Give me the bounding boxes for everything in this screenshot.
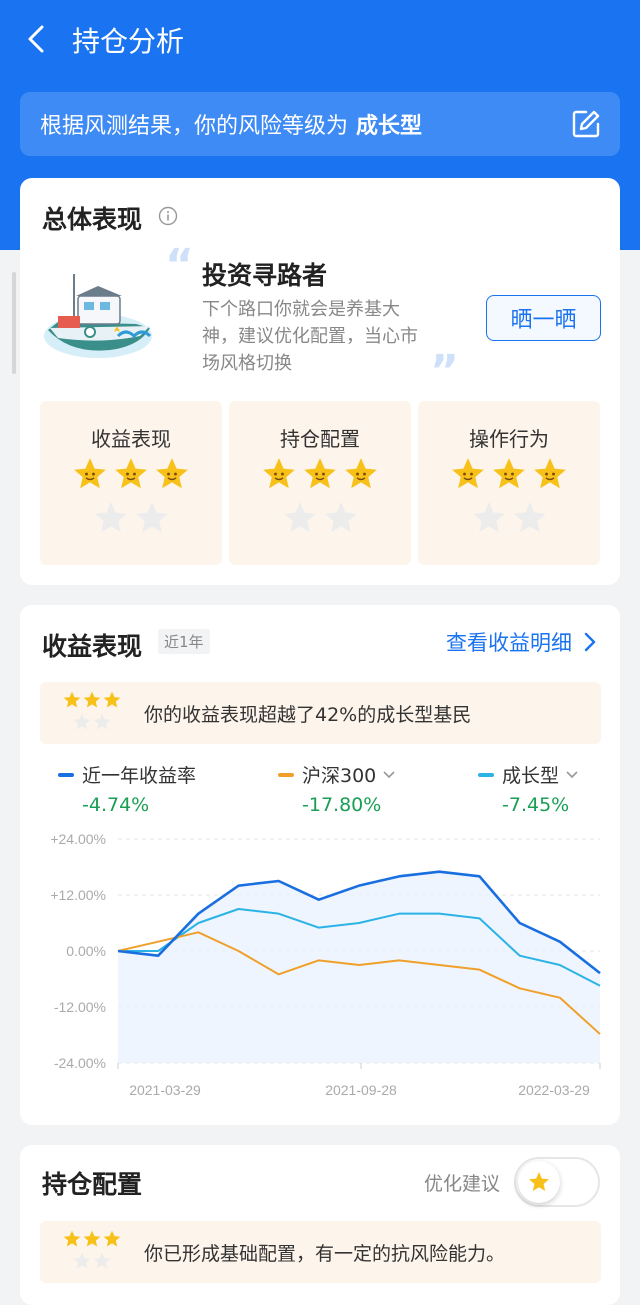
star-empty-icon [325,502,357,533]
star-empty-icon [73,713,91,730]
star-filled-icon [63,1230,81,1247]
score-label: 操作行为 [469,427,549,451]
holdings-rating-row: 你已形成基础配置，有一定的抗风险能力。 [40,1221,601,1283]
holdings-title: 持仓配置 [42,1170,143,1199]
edit-icon[interactable] [570,108,602,140]
return-rating-row: 你的收益表现超越了42%的成长型基民 [40,682,601,744]
x-tick-label: 2022-03-29 [518,1082,590,1098]
legend-value: -7.45% [502,794,570,816]
score-label: 持仓配置 [280,427,360,451]
y-tick-label: -12.00% [54,999,106,1015]
score-operations: 操作行为 [418,401,600,565]
chevron-down-icon [566,770,578,778]
toggle-knob [518,1161,560,1203]
star-filled-icon [304,458,336,489]
holdings-card: 持仓配置 优化建议 你已形成基础配置，有一定的抗风险能力。 [20,1145,620,1305]
persona-description: 下个路口你就会是养基大神，建议优化配置，当心市场风格切换 [202,299,418,374]
legend-name: 成长型 [502,765,560,787]
page-title: 持仓分析 [72,25,185,58]
app-header: 持仓分析 [0,0,640,80]
star-empty-icon [93,713,111,730]
legend-value: -17.80% [302,794,382,816]
overall-title: 总体表现 [42,205,143,234]
star-filled-icon [345,458,377,489]
persona-title: 投资寻路者 [202,261,328,290]
risk-level-value: 成长型 [356,114,423,139]
returns-card: 收益表现 近1年 查看收益明细 你的收益表现超越了42%的成长型基民 近一年收益… [20,605,620,1125]
optimize-toggle[interactable] [514,1157,600,1207]
scroll-indicator [12,272,16,374]
view-details-label: 查看收益明细 [446,631,572,655]
returns-line-chart: +24.00% +12.00% 0.00% -12.00% -24.00% 2021-03… [50,831,601,1098]
returns-title: 收益表现 [42,632,143,661]
overall-performance-card: 总体表现 “ ” 投资寻路者 下个路口你就会是养基大神，建议优化配置，当心市场风… [20,178,620,585]
star-filled-icon [83,691,101,708]
y-tick-label: +24.00% [50,831,106,847]
y-tick-label: +12.00% [50,887,106,903]
risk-level-text: 根据风测结果，你的风险等级为 [40,114,349,139]
star-filled-icon [156,458,188,489]
score-label: 收益表现 [91,427,171,451]
y-tick-label: -24.00% [54,1055,106,1071]
star-filled-icon [115,458,147,489]
score-holdings: 持仓配置 [229,401,411,565]
legend-swatch [58,772,74,777]
legend-swatch [278,772,294,777]
star-empty-icon [136,502,168,533]
quote-close-icon: ” [430,346,459,397]
x-tick-label: 2021-09-28 [325,1082,397,1098]
holdings-rating-text: 你已形成基础配置，有一定的抗风险能力。 [144,1243,506,1265]
return-rating-text: 你的收益表现超越了42%的成长型基民 [144,704,472,726]
star-filled-icon [452,458,484,489]
y-tick-label: 0.00% [66,943,106,959]
star-filled-icon [103,1230,121,1247]
star-filled-icon [534,458,566,489]
legend-my-return: 近一年收益率 -4.74% [58,761,196,816]
info-icon[interactable] [158,206,178,226]
legend-name: 沪深300 [302,765,377,787]
star-filled-icon [83,1230,101,1247]
star-icon [529,1172,549,1191]
area-fill [118,871,600,1063]
legend-growth[interactable]: 成长型 -7.45% [478,761,579,816]
star-empty-icon [473,502,505,533]
quote-open-icon: “ [165,240,194,291]
legend-value: -4.74% [82,794,150,816]
star-filled-icon [493,458,525,489]
optimize-label: 优化建议 [424,1173,501,1195]
score-return: 收益表现 [40,401,222,565]
star-filled-icon [263,458,295,489]
star-empty-icon [73,1252,91,1269]
back-arrow-icon[interactable] [22,24,52,54]
star-empty-icon [93,1252,111,1269]
chevron-down-icon [383,770,395,778]
share-button[interactable]: 晒一晒 [486,295,601,341]
legend-swatch [478,772,494,777]
star-filled-icon [103,691,121,708]
star-filled-icon [74,458,106,489]
star-filled-icon [63,691,81,708]
view-details-link[interactable]: 查看收益明细 [446,627,600,657]
star-empty-icon [284,502,316,533]
legend-name: 近一年收益率 [82,765,197,787]
boat-illustration-icon [44,274,152,358]
risk-level-banner: 根据风测结果，你的风险等级为 成长型 [20,92,620,156]
x-tick-label: 2021-03-29 [129,1082,201,1098]
period-tag: 近1年 [158,629,210,654]
legend-hs300[interactable]: 沪深300 -17.80% [278,761,396,816]
star-empty-icon [514,502,546,533]
chevron-right-icon [584,632,596,652]
star-empty-icon [95,502,127,533]
